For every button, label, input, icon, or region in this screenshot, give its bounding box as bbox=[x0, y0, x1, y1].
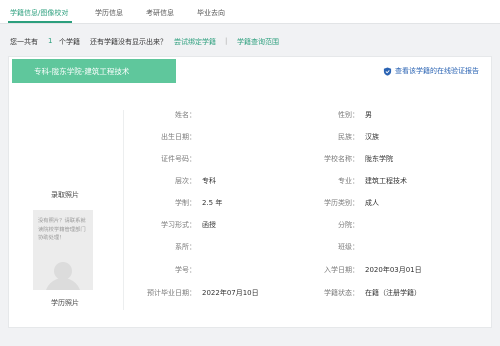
verify-report-text: 查看该学籍的在线验证报告 bbox=[395, 67, 479, 75]
field-label: 学习形式： bbox=[161, 221, 196, 229]
bind-record-link[interactable]: 尝试绑定学籍 bbox=[174, 37, 216, 47]
field-label: 民族： bbox=[338, 133, 359, 141]
field-label: 学校名称： bbox=[324, 155, 359, 163]
separator: | bbox=[225, 37, 228, 45]
record-banner: 专科-陇东学院-建筑工程技术 bbox=[12, 59, 176, 83]
field-value: 成人 bbox=[365, 199, 379, 207]
field-value: 陇东学院 bbox=[365, 155, 393, 163]
field-value: 函授 bbox=[202, 221, 216, 229]
tab-graduation[interactable]: 毕业去向 bbox=[197, 8, 225, 18]
field-value: 男 bbox=[365, 111, 372, 119]
field-label: 预计毕业日期： bbox=[147, 289, 196, 297]
field-value: 专科 bbox=[202, 177, 216, 185]
field-label: 专业： bbox=[338, 177, 359, 185]
verify-report-link[interactable]: 查看该学籍的在线验证报告 bbox=[383, 66, 479, 76]
avatar-shoulders bbox=[45, 278, 81, 290]
field-value: 2022年07月10日 bbox=[202, 289, 259, 297]
field-value: 2.5 年 bbox=[202, 199, 223, 207]
tab-education[interactable]: 学历信息 bbox=[95, 8, 123, 18]
column-divider bbox=[123, 110, 124, 310]
field-label: 性别： bbox=[338, 111, 359, 119]
field-label: 入学日期： bbox=[324, 266, 359, 274]
record-count: 1 bbox=[48, 37, 53, 45]
tab-postgraduate[interactable]: 考研信息 bbox=[146, 8, 174, 18]
field-label: 层次： bbox=[175, 177, 196, 185]
query-scope-link[interactable]: 学籍查询范围 bbox=[237, 37, 279, 47]
field-label: 分院： bbox=[338, 221, 359, 229]
field-label: 学号： bbox=[175, 266, 196, 274]
admission-photo-label: 录取照片 bbox=[51, 191, 79, 199]
field-value: 汉族 bbox=[365, 133, 379, 141]
field-value: 2020年03月01日 bbox=[365, 266, 422, 274]
field-label: 班级： bbox=[338, 243, 359, 251]
summary-prefix: 您一共有 bbox=[10, 38, 38, 46]
active-tab-indicator bbox=[8, 21, 72, 23]
field-label: 学历类别： bbox=[324, 199, 359, 207]
top-nav: 学籍信息/图像校对 学历信息 考研信息 毕业去向 bbox=[0, 0, 500, 24]
photo-placeholder: 没有照片？请联系就读院校学籍管理部门协助处理！ bbox=[33, 210, 93, 290]
field-label: 学籍状态： bbox=[324, 289, 359, 297]
field-value: 在籍（注册学籍） bbox=[365, 289, 421, 297]
missing-question: 还有学籍没有显示出来？ bbox=[90, 38, 167, 46]
diploma-photo-label: 学历照片 bbox=[51, 299, 79, 307]
field-label: 姓名： bbox=[175, 111, 196, 119]
field-label: 学制： bbox=[175, 199, 196, 207]
summary-suffix: 个学籍 bbox=[59, 38, 80, 46]
photo-missing-text: 没有照片？请联系就读院校学籍管理部门协助处理！ bbox=[38, 218, 86, 241]
shield-icon bbox=[383, 66, 392, 76]
field-label: 出生日期： bbox=[161, 133, 196, 141]
field-label: 证件号码： bbox=[161, 155, 196, 163]
tab-student-status[interactable]: 学籍信息/图像校对 bbox=[10, 8, 68, 18]
field-label: 系所： bbox=[175, 243, 196, 251]
field-value: 建筑工程技术 bbox=[365, 177, 407, 185]
